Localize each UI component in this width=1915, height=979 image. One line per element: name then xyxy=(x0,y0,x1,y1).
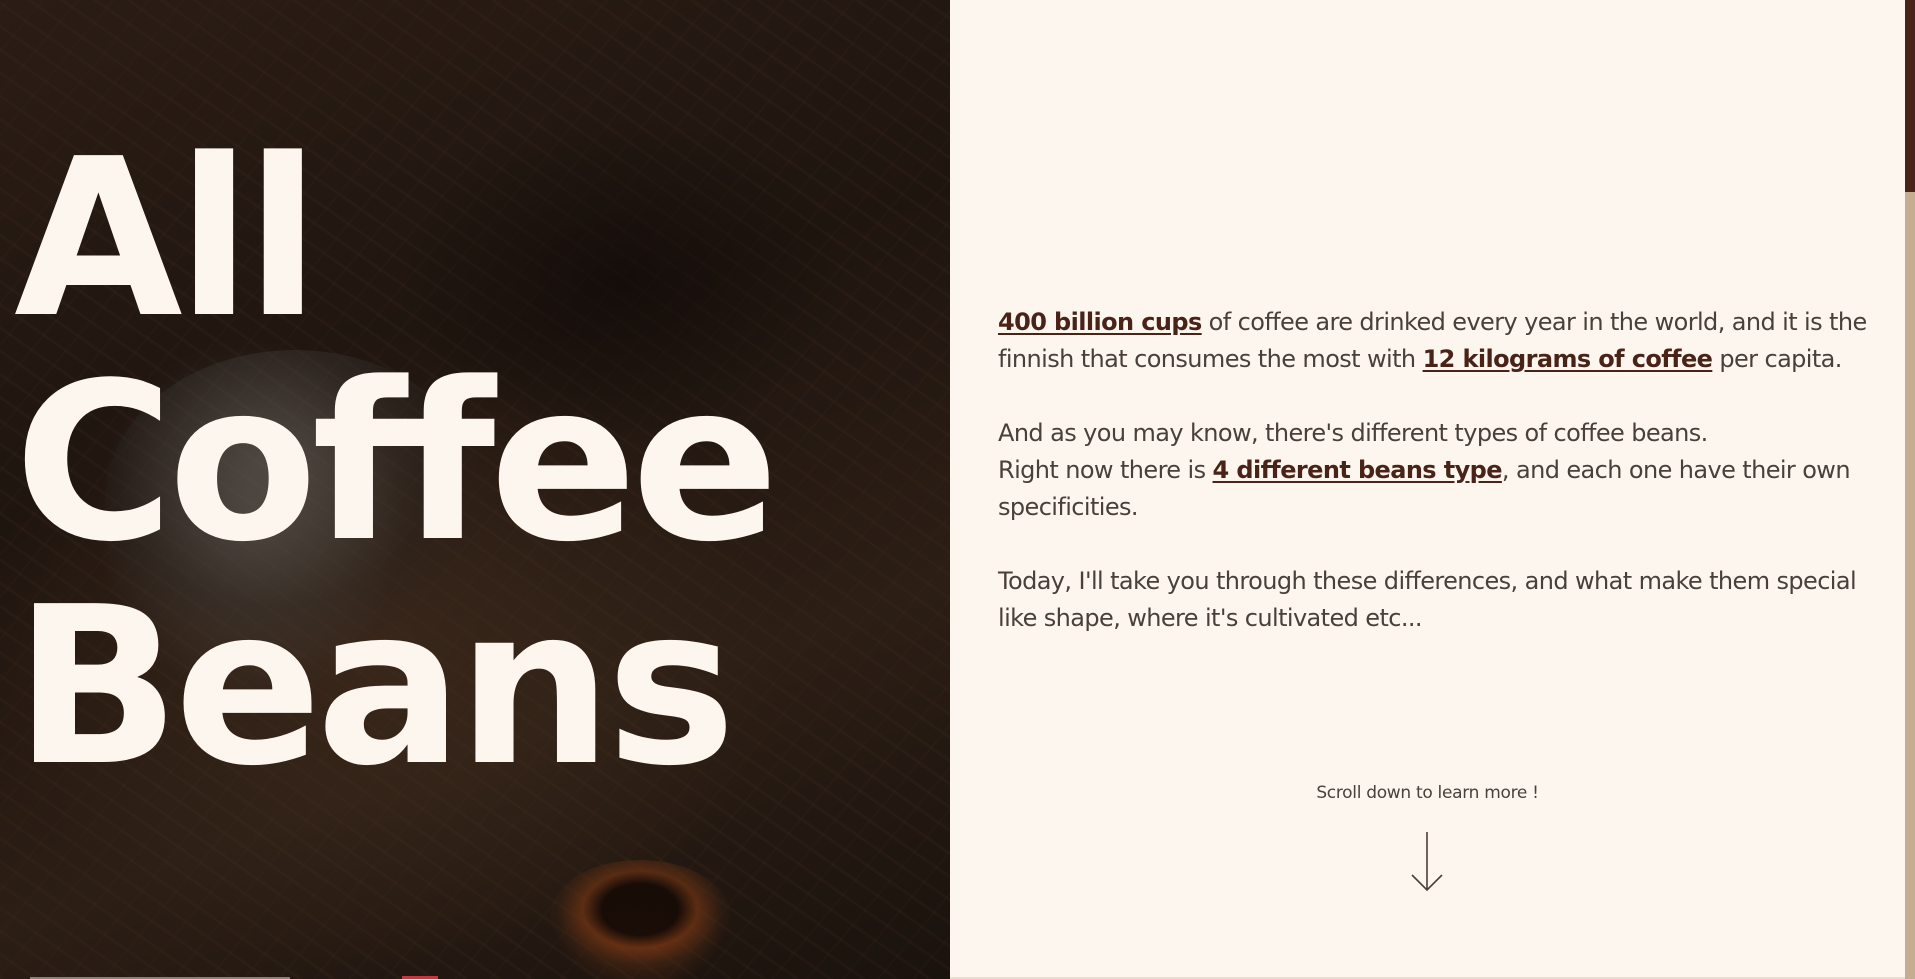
hero-background-coffee-cup xyxy=(550,860,730,970)
intro-paragraph-2-text-a: Right now there is xyxy=(998,456,1213,484)
hero-title-line-1: All xyxy=(14,113,320,366)
arrow-down-icon[interactable] xyxy=(1409,830,1445,894)
hero-title-line-3: Beans xyxy=(14,561,736,814)
intro-text: 400 billion cups of coffee are drinked e… xyxy=(998,304,1878,674)
hero-title-line-2: Coffee xyxy=(14,337,779,590)
vertical-scrollbar[interactable] xyxy=(1905,0,1915,979)
intro-paragraph-1: 400 billion cups of coffee are drinked e… xyxy=(998,304,1878,378)
intro-paragraph-3-text: Today, I'll take you through these diffe… xyxy=(998,567,1857,632)
scroll-hint-label[interactable]: Scroll down to learn more ! xyxy=(950,783,1905,803)
stat-cups-per-year: 400 billion cups xyxy=(998,308,1202,336)
intro-paragraph-2-line-1: And as you may know, there's different t… xyxy=(998,419,1708,447)
hero-title: All Coffee Beans xyxy=(14,113,779,814)
hero-section: All Coffee Beans xyxy=(0,0,950,979)
stat-kilograms-per-capita: 12 kilograms of coffee xyxy=(1422,345,1713,373)
scrollbar-thumb[interactable] xyxy=(1905,0,1915,192)
intro-paragraph-2: And as you may know, there's different t… xyxy=(998,415,1878,526)
intro-paragraph-3: Today, I'll take you through these diffe… xyxy=(998,563,1878,637)
intro-paragraph-1-text-b: per capita. xyxy=(1712,345,1842,373)
stat-beans-types: 4 different beans type xyxy=(1212,456,1503,484)
intro-section: 400 billion cups of coffee are drinked e… xyxy=(950,0,1905,979)
page: All Coffee Beans 400 billion cups of cof… xyxy=(0,0,1915,979)
